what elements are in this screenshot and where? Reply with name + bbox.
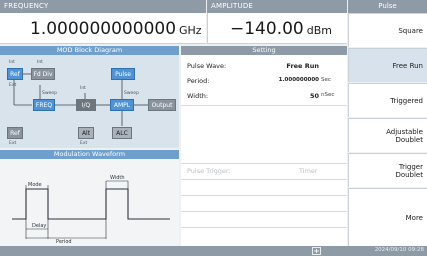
amplitude-value-group: −140.00 dBm	[230, 19, 332, 39]
frequency-value: 1.000000000000	[30, 19, 177, 39]
amplitude-value: −140.00	[230, 19, 304, 39]
setting-row-width[interactable]: Width: 50 nSec	[187, 92, 343, 104]
setting-panel: Pulse Wave: Free Run Period: 1.000000000…	[181, 55, 347, 246]
pulse-trigger-key: Pulse Trigger:	[187, 167, 231, 175]
setting-divider	[181, 195, 347, 196]
setting-key: Pulse Wave:	[187, 62, 227, 70]
alc-block[interactable]: ALC	[112, 127, 132, 139]
setting-title: Setting	[181, 46, 347, 55]
softkey-adjustable-doublet[interactable]: Adjustable Doublet	[348, 118, 427, 152]
setting-key: Period:	[187, 77, 210, 85]
pulse-waveform-trace	[12, 180, 170, 239]
setting-row-pulse-wave[interactable]: Pulse Wave: Free Run	[187, 62, 343, 74]
amplitude-header: AMPLITUDE	[207, 0, 347, 13]
frequency-header: FREQUENCY	[0, 0, 206, 13]
delay-label: Delay	[32, 223, 47, 229]
softkey-menu-title: Pulse	[348, 0, 427, 13]
setting-value: 50	[309, 92, 319, 100]
ampl-block[interactable]: AMPL	[110, 99, 134, 111]
softkey-triggered[interactable]: Triggered	[348, 83, 427, 117]
setting-divider	[181, 211, 347, 212]
frequency-readout[interactable]: 1.000000000000 GHz	[0, 13, 206, 44]
freq-block[interactable]: FREQ	[33, 99, 55, 111]
setting-unit: nSec	[321, 92, 335, 98]
iq-block[interactable]: I/Q	[76, 99, 96, 111]
sweep-label-2: Sweep	[124, 91, 139, 96]
softkey-label: Adjustable Doublet	[386, 127, 423, 144]
softkey-label: Trigger Doublet	[395, 162, 423, 179]
pulse-trigger-row: Pulse Trigger: Timer	[187, 167, 341, 175]
int-label-1: Int	[9, 60, 15, 65]
fdiv-block[interactable]: Fd Div	[31, 68, 55, 80]
softkey-label: More	[405, 213, 423, 222]
amplitude-unit: dBm	[306, 24, 332, 37]
sweep-label-1: Sweep	[42, 91, 57, 96]
width-label: Width	[110, 175, 125, 181]
setting-value: 1.000000000	[278, 77, 319, 83]
frequency-unit: GHz	[179, 24, 202, 37]
pulse-trigger-value: Timer	[299, 167, 318, 175]
period-label: Period	[56, 239, 72, 245]
int-label-2: Int	[37, 60, 43, 65]
int-label-3: Int	[80, 86, 86, 91]
ext-label-2: Ext	[9, 141, 17, 146]
setting-divider	[181, 227, 347, 228]
modulation-waveform: Mode Width Delay Period	[0, 159, 179, 246]
setting-divider	[181, 179, 347, 180]
alt-block[interactable]: Alt	[78, 127, 94, 139]
block-diagram: Ref Fd Div FREQ I/Q Pulse AMPL Output Re…	[0, 55, 179, 148]
block-diagram-title: MOD Block Diagram	[0, 46, 179, 55]
setting-key: Width:	[187, 92, 209, 100]
ext-label-1: Ext	[9, 83, 17, 88]
softkey-more[interactable]: More	[348, 188, 427, 246]
network-icon	[312, 247, 321, 255]
frequency-value-group: 1.000000000000 GHz	[30, 19, 202, 39]
pulse-block[interactable]: Pulse	[111, 68, 135, 80]
ext-label-3: Ext	[80, 141, 88, 146]
amplitude-readout[interactable]: −140.00 dBm	[207, 13, 347, 44]
softkey-free-run[interactable]: Free Run	[348, 48, 427, 82]
setting-divider	[181, 163, 347, 164]
instrument-screen: FREQUENCY 1.000000000000 GHz AMPLITUDE −1…	[0, 0, 427, 256]
softkey-square[interactable]: Square	[348, 13, 427, 47]
output-block[interactable]: Output	[148, 99, 176, 111]
softkey-label: Free Run	[392, 61, 423, 70]
mode-label: Mode	[28, 182, 42, 188]
softkey-label: Square	[398, 26, 423, 35]
setting-divider	[181, 105, 347, 106]
status-datetime: 2024/09/10 09:28	[374, 247, 424, 253]
setting-unit: Sec	[321, 77, 331, 83]
softkey-label: Triggered	[390, 96, 423, 105]
softkey-trigger-doublet[interactable]: Trigger Doublet	[348, 153, 427, 187]
waveform-title: Modulation Waveform	[0, 150, 179, 159]
ref2-block[interactable]: Ref	[7, 127, 23, 139]
setting-row-period[interactable]: Period: 1.000000000 Sec	[187, 77, 343, 89]
ref-block[interactable]: Ref	[7, 68, 23, 80]
status-bar: 2024/09/10 09:28	[0, 246, 427, 256]
setting-value: Free Run	[286, 62, 319, 70]
